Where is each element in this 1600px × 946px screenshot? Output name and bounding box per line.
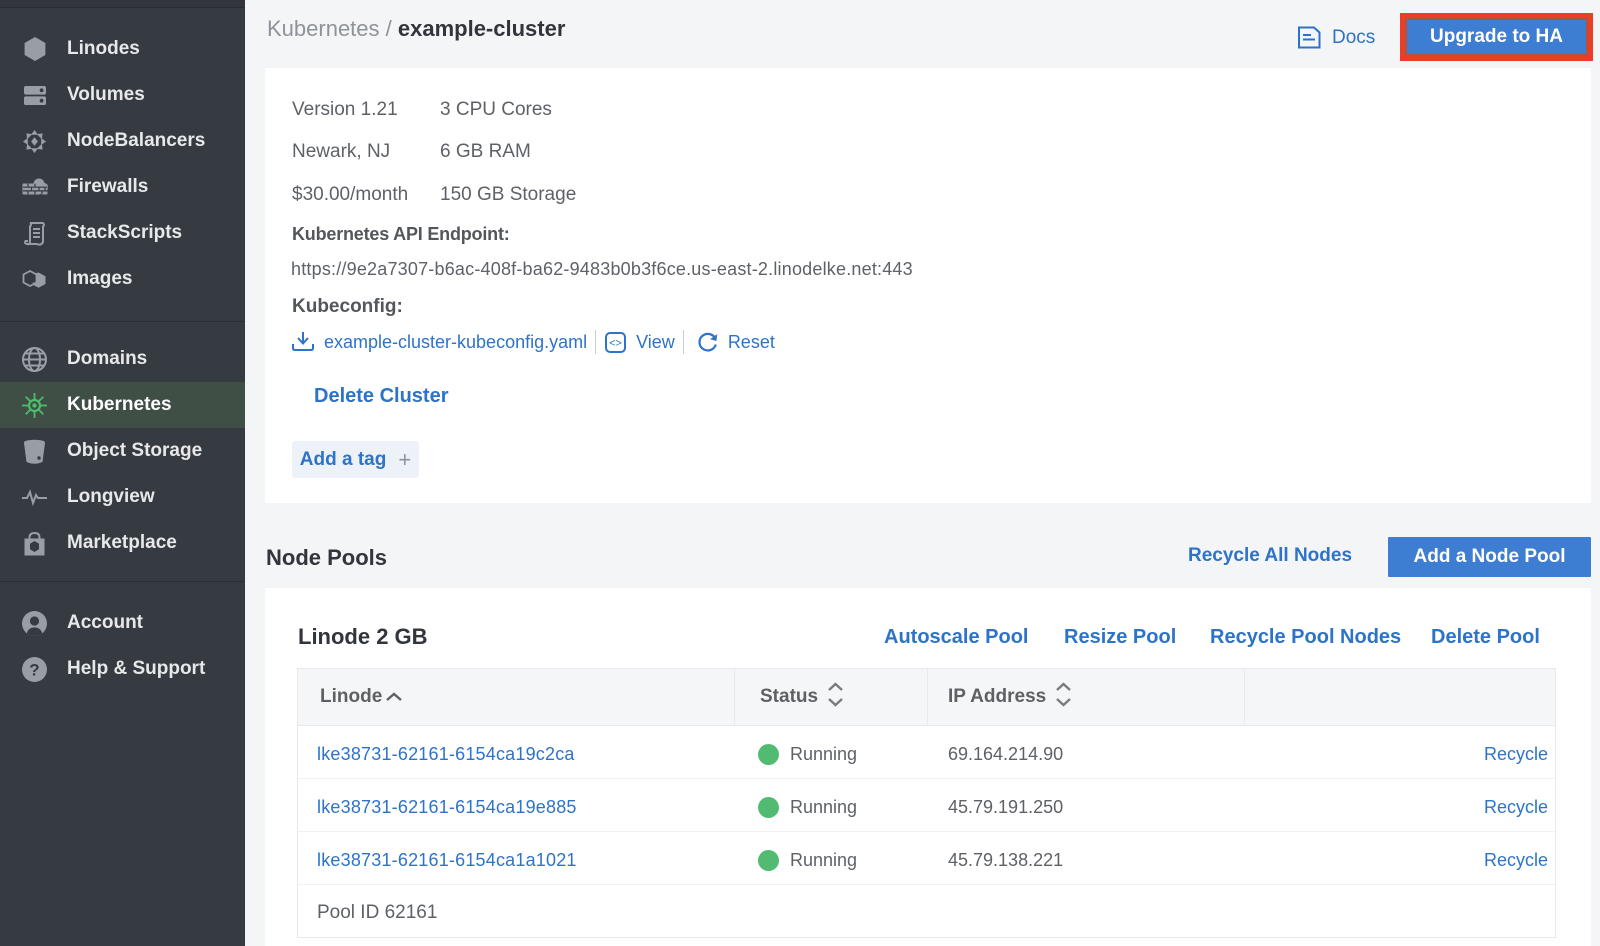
svg-text:?: ? bbox=[29, 660, 39, 679]
svg-text:<>: <> bbox=[609, 337, 622, 349]
